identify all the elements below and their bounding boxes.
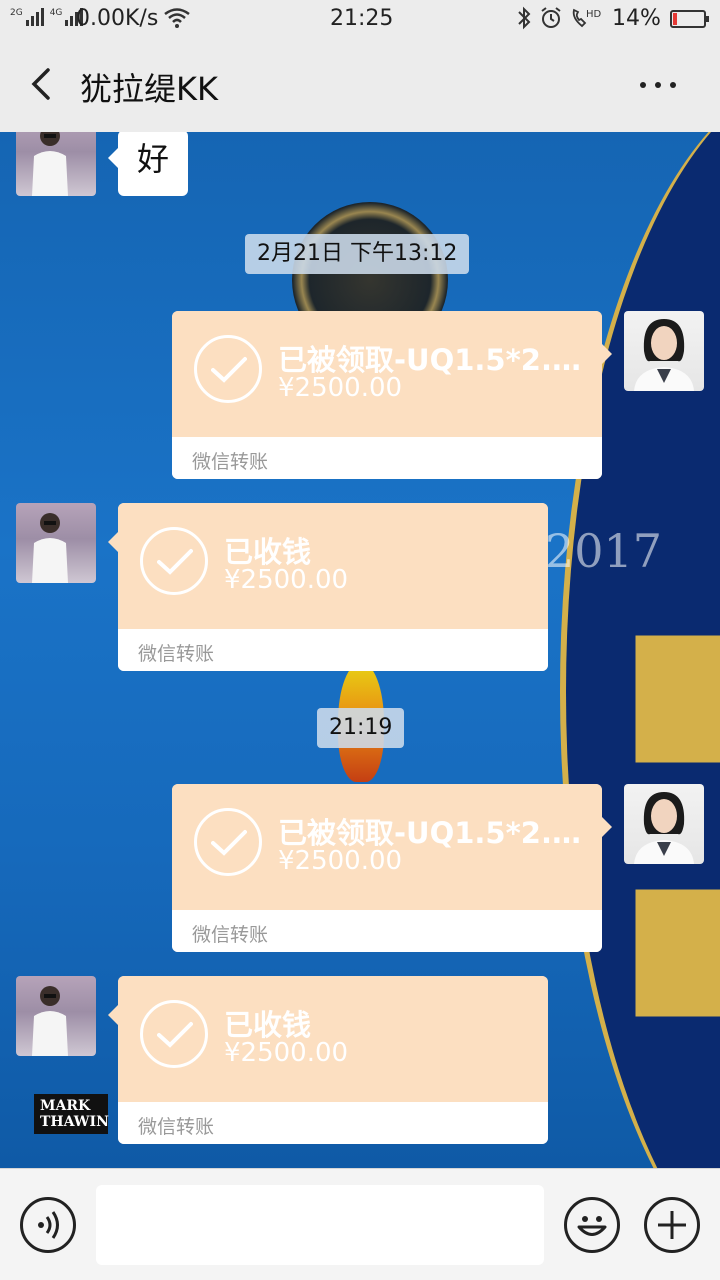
transfer-amount: ¥2500.00 [224,1038,349,1068]
background-year-text: 2017 [545,524,663,578]
text-message[interactable]: 好 [108,132,188,196]
transfer-card[interactable]: 已被领取-UQ1.5*2.0*... ¥2500.00 微信转账 [172,311,602,479]
network-type-label: 2G [10,8,23,18]
transfer-card[interactable]: 已被领取-UQ1.5*2.0*5 ¥2500.00 微信转账 [172,784,602,952]
transfer-amount: ¥2500.00 [278,373,403,403]
network-type-label-2: 4G [49,8,63,18]
transfer-card[interactable]: 已收钱 ¥2500.00 微信转账 [118,976,548,1144]
background-arc-decoration [560,132,720,1168]
plus-icon [658,1211,686,1239]
status-bar: 2G 4G 0.00K/s 21:25 HD 14% [0,0,720,38]
chat-area[interactable]: 2017 MARK THAWIN 好 2月21日 下午13:12 已被领取-UQ… [0,132,720,1168]
more-dots-icon [640,82,646,88]
emoji-button[interactable] [564,1197,620,1253]
network-speed: 0.00K/s [76,6,159,31]
voice-button[interactable] [20,1197,76,1253]
friend-avatar[interactable] [16,976,96,1056]
my-avatar[interactable] [624,784,704,864]
signal-bars-icon [25,8,44,26]
timestamp: 2月21日 下午13:12 [245,234,470,274]
status-icons: HD [516,6,602,35]
input-bar [0,1168,720,1280]
check-circle-icon [140,1000,208,1068]
transfer-card[interactable]: 已收钱 ¥2500.00 微信转账 [118,503,548,671]
transfer-type-label: 微信转账 [192,451,269,473]
hd-call-icon: HD [570,6,602,35]
bluetooth-icon [516,6,532,35]
check-circle-icon [194,335,262,403]
check-circle-icon [140,527,208,595]
transfer-type-label: 微信转账 [138,643,215,665]
friend-avatar[interactable] [16,132,96,196]
message-row: 好 [0,132,720,200]
more-button[interactable] [640,78,688,92]
bubble-tail [602,817,612,837]
chat-header: 犹拉缇KK [0,38,720,132]
timestamp: 21:19 [317,708,405,748]
message-input[interactable] [96,1185,544,1265]
chat-title: 犹拉缇KK [80,70,218,108]
transfer-type-label: 微信转账 [138,1116,215,1138]
emoji-icon [577,1216,607,1236]
wifi-icon [164,8,190,34]
friend-avatar[interactable] [16,503,96,583]
bubble-tail [108,532,118,552]
signal-indicators: 2G 4G [10,8,84,26]
back-button[interactable] [24,64,64,104]
plus-button[interactable] [644,1197,700,1253]
alarm-icon [540,6,562,35]
check-circle-icon [194,808,262,876]
battery-icon [670,10,709,28]
transfer-type-label: 微信转账 [192,924,269,946]
bubble-tail [602,344,612,364]
transfer-amount: ¥2500.00 [278,846,403,876]
chevron-left-icon [31,68,50,100]
svg-text:HD: HD [586,9,602,20]
background-logo-text: MARK THAWIN [34,1094,109,1134]
transfer-amount: ¥2500.00 [224,565,349,595]
battery-level [673,13,677,25]
bubble-tail [108,1005,118,1025]
battery-percent: 14% [612,6,661,31]
clock: 21:25 [330,6,394,31]
voice-icon [38,1211,59,1239]
my-avatar[interactable] [624,311,704,391]
